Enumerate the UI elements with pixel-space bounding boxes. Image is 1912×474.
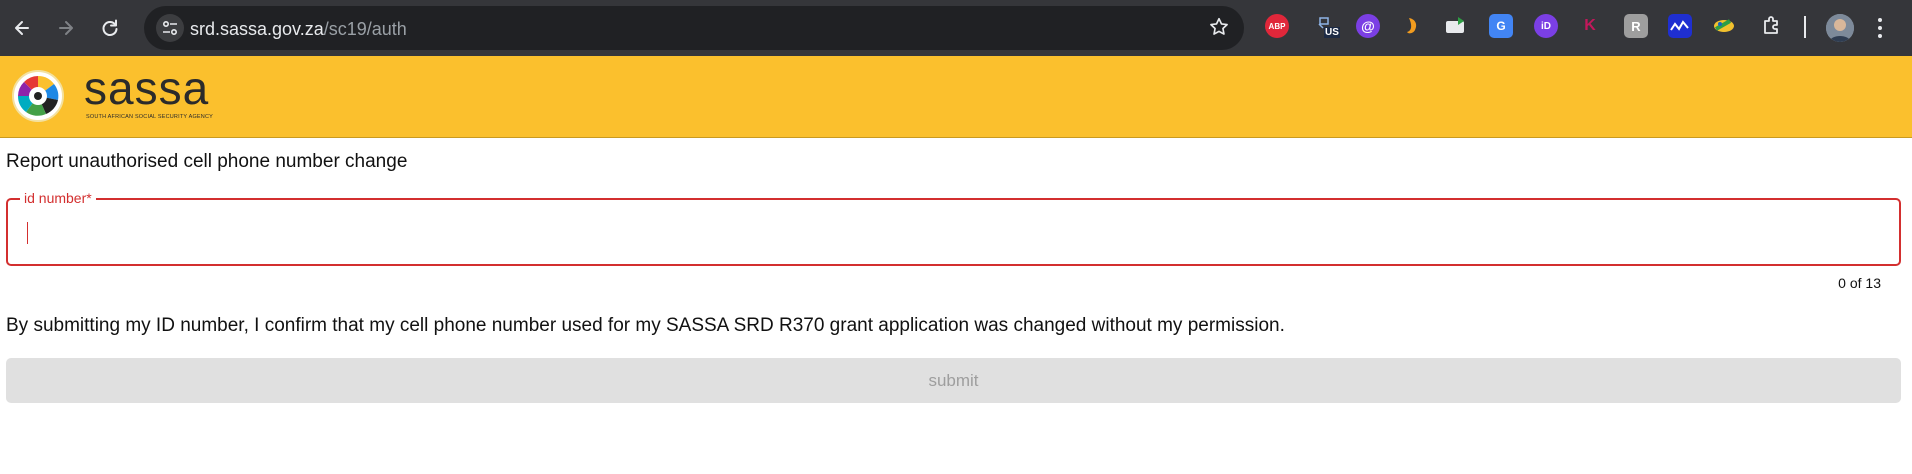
site-settings-icon[interactable] — [156, 14, 184, 42]
profile-avatar[interactable] — [1826, 14, 1854, 42]
character-counter: 0 of 13 — [1838, 275, 1881, 291]
toolbar-divider — [1804, 16, 1806, 38]
vpn-us-icon[interactable]: US — [1314, 14, 1340, 38]
green-mail-extension-icon[interactable] — [1444, 14, 1468, 38]
brand-name: sassa — [84, 62, 210, 114]
id-number-input[interactable] — [26, 216, 1876, 250]
url-text: srd.sassa.gov.za/sc19/auth — [190, 19, 407, 39]
browser-menu-icon[interactable] — [1876, 16, 1884, 40]
back-button[interactable] — [2, 8, 42, 48]
reload-button[interactable] — [90, 8, 130, 48]
forward-arrow-icon — [59, 21, 73, 35]
vpn-us-label: US — [1324, 27, 1340, 38]
puzzle-extensions-icon[interactable] — [1760, 14, 1784, 38]
k-ext-label: K — [1584, 17, 1596, 34]
r-extension-icon[interactable]: R — [1624, 14, 1648, 38]
sassa-emblem-logo — [12, 70, 64, 122]
bookmark-star-icon[interactable] — [1208, 16, 1230, 43]
brush-extension-icon[interactable] — [1712, 14, 1736, 38]
forward-button[interactable] — [46, 8, 86, 48]
confirmation-text: By submitting my ID number, I confirm th… — [6, 315, 1285, 336]
page-title: Report unauthorised cell phone number ch… — [6, 151, 408, 172]
at-sign-label: @ — [1361, 18, 1375, 34]
adblock-plus-icon[interactable]: ABP — [1265, 14, 1289, 38]
wave-extension-icon[interactable] — [1668, 14, 1692, 38]
k-extension-icon[interactable]: K — [1578, 14, 1602, 38]
url-host: srd.sassa.gov.za — [190, 19, 324, 39]
reload-icon — [102, 19, 118, 36]
id-extension-icon[interactable]: iD — [1534, 14, 1558, 38]
back-arrow-icon — [15, 21, 29, 35]
orange-extension-icon[interactable] — [1400, 14, 1424, 38]
url-path: /sc19/auth — [323, 19, 407, 39]
google-translate-icon[interactable]: G — [1489, 14, 1513, 38]
text-caret — [27, 222, 28, 244]
site-header: sassa SOUTH AFRICAN SOCIAL SECURITY AGEN… — [0, 56, 1912, 138]
translate-label: G — [1496, 19, 1506, 33]
id-number-field[interactable]: id number* — [6, 189, 1901, 266]
adblock-label: ABP — [1268, 21, 1286, 31]
brand-tagline: SOUTH AFRICAN SOCIAL SECURITY AGENCY — [86, 114, 214, 120]
browser-toolbar: srd.sassa.gov.za/sc19/auth ABP US @ G iD… — [0, 0, 1912, 56]
r-ext-label: R — [1631, 18, 1641, 34]
address-bar[interactable]: srd.sassa.gov.za/sc19/auth — [144, 6, 1244, 50]
submit-button[interactable]: submit — [6, 358, 1901, 403]
at-sign-extension-icon[interactable]: @ — [1356, 14, 1380, 38]
id-number-label: id number* — [20, 189, 96, 207]
id-ext-label: iD — [1541, 20, 1551, 32]
